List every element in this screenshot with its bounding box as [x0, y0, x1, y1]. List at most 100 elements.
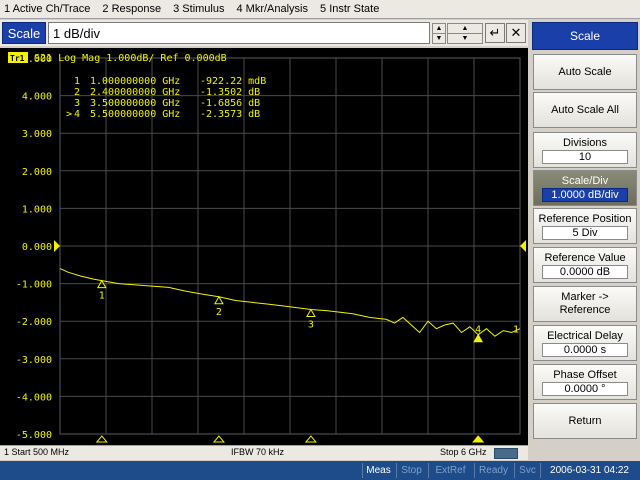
scale-div-button[interactable]: Scale/Div 1.0000 dB/div: [533, 170, 637, 206]
enter-icon: ↵: [489, 25, 501, 40]
electrical-delay-button[interactable]: Electrical Delay 0.0000 s: [533, 325, 637, 361]
reference-value-value: 0.0000 dB: [542, 265, 628, 279]
menu-instr-state[interactable]: 5 Instr State: [320, 3, 379, 15]
reference-value-button[interactable]: Reference Value 0.0000 dB: [533, 247, 637, 283]
marker-readout-number: 4: [74, 109, 80, 120]
softkey-title: Scale: [532, 22, 638, 50]
enter-button[interactable]: ↵: [485, 23, 505, 43]
marker-readout-number: 1: [74, 76, 80, 87]
close-icon: ✕: [510, 25, 522, 40]
menu-active-ch-trace[interactable]: 1 Active Ch/Trace: [4, 3, 90, 15]
divisions-value: 10: [542, 150, 628, 164]
marker-readout-frequency: 2.400000000 GHz: [90, 87, 180, 98]
instrument-status-bar: Meas Stop ExtRef Ready Svc 2006-03-31 04…: [0, 461, 640, 480]
bottom-marker-2[interactable]: [212, 435, 225, 443]
trace-tag: Tr1: [10, 54, 25, 63]
marker-readout-frequency: 5.500000000 GHz: [90, 109, 180, 120]
marker-reference-line1: Marker ->: [561, 291, 609, 303]
spin-down-icon: ▼: [435, 35, 443, 42]
channel-status-bar: 1 Start 500 MHz IFBW 70 kHz Stop 6 GHz: [0, 445, 528, 460]
electrical-delay-label: Electrical Delay: [547, 330, 623, 342]
y-tick-label: -4.000: [16, 392, 52, 403]
status-extref: ExtRef: [428, 463, 472, 478]
y-tick-label: -1.000: [16, 280, 52, 291]
marker-readout-frequency: 1.000000000 GHz: [90, 76, 180, 87]
menu-stimulus[interactable]: 3 Stimulus: [173, 3, 224, 15]
status-stop: Stop: [396, 463, 426, 478]
marker-3-triangle[interactable]: [306, 308, 316, 318]
reference-position-label: Reference Position: [538, 213, 632, 225]
spin-up-icon: ▲: [435, 25, 443, 32]
reference-arrow-left: [54, 240, 60, 252]
marker-1-label: 1: [99, 291, 105, 302]
marker-3-label: 3: [308, 320, 314, 331]
softkey-panel: Scale Auto Scale Auto Scale All Division…: [530, 20, 640, 461]
step-down-icon: ▼: [461, 35, 469, 42]
reference-arrow-right: [520, 240, 526, 252]
marker-readout-number: 3: [74, 98, 80, 109]
marker-readout-value: -1.6856 dB: [200, 98, 260, 109]
channel-button[interactable]: [494, 448, 518, 459]
auto-scale-label: Auto Scale: [558, 65, 612, 78]
entry-label: Scale: [2, 22, 46, 44]
scale-entry-input[interactable]: [48, 22, 430, 44]
y-tick-label: 2.000: [22, 167, 52, 178]
y-tick-label: 0.000: [22, 242, 52, 253]
electrical-delay-value: 0.0000 s: [542, 343, 628, 357]
divisions-label: Divisions: [562, 137, 607, 149]
y-tick-label: 1.000: [22, 204, 52, 215]
trace-chart[interactable]: 5.0004.0003.0002.0001.0000.000-1.000-2.0…: [0, 48, 528, 445]
menu-mkr-analysis[interactable]: 4 Mkr/Analysis: [236, 3, 308, 15]
spin-down-button[interactable]: ▼: [432, 33, 446, 44]
status-svc: Svc: [514, 463, 540, 478]
marker-readout-prefix: >: [66, 109, 72, 120]
y-tick-label: -5.000: [16, 430, 52, 441]
marker-reference-button[interactable]: Marker -> Reference: [533, 286, 637, 322]
marker-readout-value: -2.3573 dB: [200, 109, 260, 120]
auto-scale-all-label: Auto Scale All: [551, 103, 619, 116]
return-label: Return: [568, 414, 602, 427]
marker-readout-value: -1.3502 dB: [200, 87, 260, 98]
marker-4-label: 4: [475, 325, 481, 336]
marker-reference-line2: Reference: [559, 304, 611, 316]
y-tick-label: -2.000: [16, 317, 52, 328]
phase-offset-value: 0.0000 °: [542, 382, 628, 396]
close-button[interactable]: ✕: [506, 23, 526, 43]
entry-bar: Scale ▲ ▼ ▲ ▼ ↵ ✕: [0, 20, 528, 46]
step-down-button[interactable]: ▼: [447, 33, 483, 44]
phase-offset-button[interactable]: Phase Offset 0.0000 °: [533, 364, 637, 400]
trace-end-label: 1: [513, 325, 519, 336]
bottom-marker-3[interactable]: [304, 435, 317, 443]
auto-scale-button[interactable]: Auto Scale: [533, 54, 637, 90]
divisions-button[interactable]: Divisions 10: [533, 132, 637, 168]
reference-position-value: 5 Div: [542, 226, 628, 240]
marker-readout-value: -922.22 mdB: [200, 76, 266, 87]
return-button[interactable]: Return: [533, 403, 637, 439]
marker-readout-number: 2: [74, 87, 80, 98]
y-tick-label: 3.000: [22, 129, 52, 140]
phase-offset-label: Phase Offset: [553, 369, 617, 381]
marker-readout-frequency: 3.500000000 GHz: [90, 98, 180, 109]
y-tick-label: 4.000: [22, 92, 52, 103]
start-frequency: 1 Start 500 MHz: [4, 447, 70, 457]
menu-bar: 1 Active Ch/Trace 2 Response 3 Stimulus …: [0, 0, 640, 19]
step-up-icon: ▲: [461, 25, 469, 32]
stop-frequency: Stop 6 GHz: [440, 447, 487, 457]
marker-4-triangle[interactable]: [473, 333, 484, 343]
status-ready: Ready: [474, 463, 512, 478]
scale-div-value: 1.0000 dB/div: [542, 188, 628, 202]
reference-position-button[interactable]: Reference Position 5 Div: [533, 208, 637, 244]
trace-header: S21 Log Mag 1.000dB/ Ref 0.000dB: [34, 53, 227, 64]
scale-div-label: Scale/Div: [561, 175, 609, 187]
bottom-marker-4[interactable]: [472, 435, 485, 443]
menu-response[interactable]: 2 Response: [102, 3, 161, 15]
marker-reference-label: Marker -> Reference: [560, 291, 611, 317]
auto-scale-all-button[interactable]: Auto Scale All: [533, 92, 637, 128]
marker-2-label: 2: [216, 307, 222, 318]
ifbw: IFBW 70 kHz: [231, 447, 285, 457]
y-tick-label: -3.000: [16, 355, 52, 366]
reference-value-label: Reference Value: [544, 252, 626, 264]
status-meas: Meas: [362, 463, 394, 478]
bottom-marker-1[interactable]: [95, 435, 108, 443]
status-datetime: 2006-03-31 04:22: [540, 463, 638, 478]
